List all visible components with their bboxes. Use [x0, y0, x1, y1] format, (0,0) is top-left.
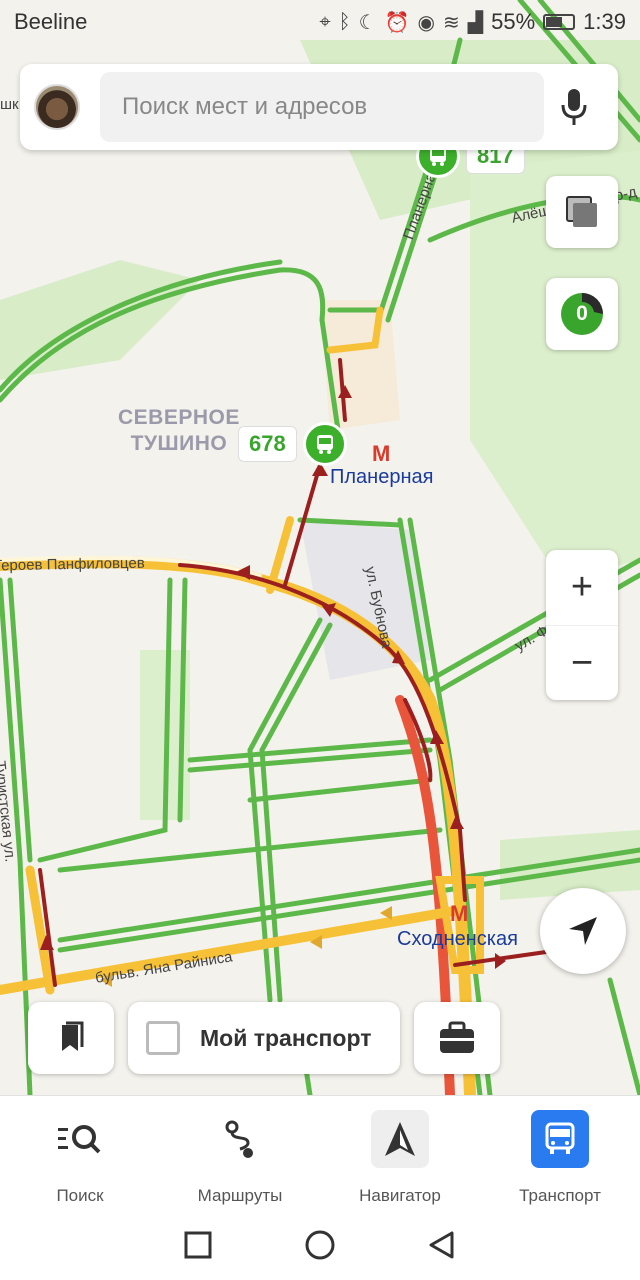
traffic-button[interactable]: 0 — [546, 278, 618, 350]
layers-icon — [566, 196, 597, 227]
navigator-icon — [371, 1110, 429, 1168]
battery-percent: 55% — [491, 9, 536, 34]
my-transport-checkbox[interactable] — [146, 1021, 180, 1055]
alarm-icon: ⏰ — [384, 11, 410, 34]
bottom-navigation: Поиск Маршруты Навигатор Транспорт — [0, 1095, 640, 1210]
zoom-out-button[interactable]: − — [546, 625, 618, 700]
traffic-icon: 0 — [558, 290, 606, 338]
nav-routes[interactable]: Маршруты — [160, 1096, 320, 1210]
route-icon — [211, 1110, 269, 1168]
wifi-icon: ≋ — [442, 11, 460, 34]
layers-button[interactable] — [546, 176, 618, 248]
my-transport-label: Мой транспорт — [200, 1024, 372, 1051]
back-icon[interactable] — [428, 1230, 456, 1260]
search-bar: Поиск мест и адресов — [20, 64, 618, 150]
bus-icon — [531, 1110, 589, 1168]
briefcase-button[interactable] — [414, 1002, 500, 1074]
my-location-button[interactable] — [540, 888, 626, 974]
street-label-partial: шк — [0, 96, 19, 113]
recents-icon[interactable] — [184, 1231, 212, 1259]
carrier-name: Beeline — [14, 9, 88, 34]
system-navigation — [0, 1210, 640, 1280]
battery-level — [546, 17, 562, 27]
nav-label: Навигатор — [359, 1186, 441, 1205]
nav-search[interactable]: Поиск — [0, 1096, 160, 1210]
status-bar: Beeline ⌖ ᛒ ☾ ⏰ ◉ ≋ ▟ 55% 1:39 — [0, 0, 640, 44]
zoom-controls: + − — [546, 550, 618, 700]
eye-icon: ◉ — [417, 11, 435, 34]
zoom-in-button[interactable]: + — [546, 550, 618, 625]
metro-label-planernaya[interactable]: Планерная — [330, 466, 433, 489]
bus-number: 678 — [238, 426, 297, 462]
nav-transport[interactable]: Транспорт — [480, 1096, 640, 1210]
svg-text:M: M — [372, 441, 390, 466]
bus-stop-678[interactable]: 678 — [238, 422, 347, 466]
svg-text:M: M — [450, 901, 468, 926]
street-label-geroev: Героев Панфиловцев — [0, 554, 145, 575]
nav-label: Поиск — [56, 1186, 104, 1205]
bookmarks-icon — [62, 1021, 84, 1051]
battery-icon — [543, 14, 576, 30]
avatar[interactable] — [34, 84, 80, 130]
location-icon: ⌖ — [319, 10, 331, 33]
nav-navigator[interactable]: Навигатор — [320, 1096, 480, 1210]
metro-label-skhodnenskaya[interactable]: Сходненская — [397, 928, 518, 951]
bus-icon — [302, 422, 347, 466]
district-label: СЕВЕРНОЕ ТУШИНО — [118, 406, 240, 455]
my-transport-toggle[interactable]: Мой транспорт — [128, 1002, 400, 1074]
bluetooth-icon: ᛒ — [338, 10, 351, 33]
home-icon[interactable] — [304, 1229, 336, 1261]
bookmarks-button[interactable] — [28, 1002, 114, 1074]
moon-icon: ☾ — [358, 11, 377, 34]
traffic-score: 0 — [576, 302, 588, 325]
signal-icon: ▟ — [467, 11, 484, 34]
briefcase-icon — [440, 1021, 474, 1053]
search-list-icon — [51, 1110, 109, 1168]
location-arrow-icon — [569, 917, 597, 945]
search-input[interactable]: Поиск мест и адресов — [100, 72, 544, 142]
nav-label: Транспорт — [519, 1186, 601, 1205]
nav-label: Маршруты — [197, 1186, 283, 1205]
microphone-icon[interactable] — [544, 77, 604, 137]
clock: 1:39 — [583, 9, 626, 34]
